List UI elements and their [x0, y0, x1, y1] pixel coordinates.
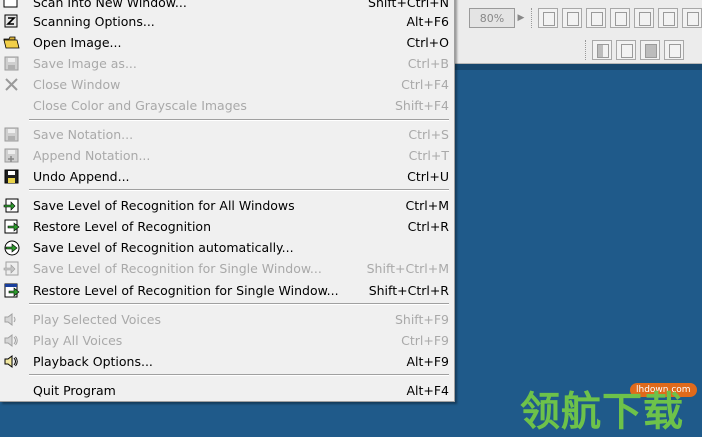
layout-split-icon[interactable] — [664, 40, 684, 60]
menu-item-undo-append[interactable]: Undo Append... Ctrl+U — [0, 166, 455, 187]
menu-item-label: Scanning Options... — [33, 14, 155, 29]
menu-item-restore-level[interactable]: Restore Level of Recognition Ctrl+R — [0, 216, 455, 237]
restore-level-icon — [3, 218, 20, 235]
page-view-icon[interactable] — [538, 8, 558, 28]
page-prev-icon[interactable] — [586, 8, 606, 28]
menu-item-shortcut: Ctrl+S — [408, 127, 449, 142]
menu-item-shortcut: Shift+Ctrl+R — [368, 283, 449, 298]
menu-item-shortcut: Ctrl+B — [407, 56, 449, 71]
playback-options-icon — [3, 353, 20, 370]
toolbar-row-1: 80% ▶ — [469, 4, 702, 32]
toolbar-separator — [585, 40, 588, 60]
save-level-single-icon — [3, 260, 20, 277]
menu-item-shortcut: Ctrl+M — [405, 198, 450, 213]
page-first-icon[interactable] — [562, 8, 582, 28]
scanning-options-icon — [3, 13, 20, 30]
zoom-arrow-icon[interactable]: ▶ — [515, 8, 527, 28]
toolbar-separator — [531, 8, 534, 28]
toolbar-row-2 — [581, 36, 688, 64]
menu-item-label: Save Level of Recognition for Single Win… — [33, 261, 322, 276]
file-menu: Scan Into New Window... Shift+Ctrl+N Sca… — [0, 0, 455, 402]
menu-item-save-level-auto[interactable]: Save Level of Recognition automatically.… — [0, 237, 455, 258]
watermark-text: 领航下载 — [520, 389, 684, 435]
save-disk-icon — [3, 55, 20, 72]
undo-append-icon — [3, 168, 20, 185]
menu-item-label: Save Level of Recognition automatically.… — [33, 240, 294, 255]
menu-item-shortcut: Ctrl+O — [406, 35, 449, 50]
menu-item-shortcut: Alt+F4 — [406, 383, 449, 398]
page-next-icon[interactable] — [610, 8, 630, 28]
menu-item-shortcut: Shift+Ctrl+M — [366, 261, 449, 276]
menu-item-label: Save Notation... — [33, 127, 134, 142]
menu-item-close-color-grayscale[interactable]: Close Color and Grayscale Images Shift+F… — [0, 95, 455, 116]
menu-item-quit-program[interactable]: Quit Program Alt+F4 — [0, 380, 455, 401]
menu-item-shortcut: Ctrl+F4 — [401, 77, 449, 92]
menu-item-save-image-as[interactable]: Save Image as... Ctrl+B — [0, 53, 455, 74]
menu-item-label: Restore Level of Recognition — [33, 219, 212, 234]
menu-item-label: Close Color and Grayscale Images — [33, 98, 247, 113]
layout-left-icon[interactable] — [592, 40, 612, 60]
menu-item-label: Close Window — [33, 77, 121, 92]
menu-item-label: Quit Program — [33, 383, 116, 398]
menu-separator — [29, 119, 449, 121]
menu-item-save-notation[interactable]: Save Notation... Ctrl+S — [0, 124, 455, 145]
menu-item-label: Play All Voices — [33, 333, 123, 348]
menu-item-shortcut: Shift+F9 — [394, 312, 449, 327]
menu-item-save-level-all[interactable]: Save Level of Recognition for All Window… — [0, 195, 455, 216]
close-x-icon — [3, 76, 20, 93]
menu-item-scanning-options[interactable]: Scanning Options... Alt+F6 — [0, 11, 455, 32]
menu-item-shortcut: Ctrl+F9 — [401, 333, 449, 348]
menu-item-save-level-single[interactable]: Save Level of Recognition for Single Win… — [0, 258, 455, 279]
layout-single-icon[interactable] — [616, 40, 636, 60]
menu-item-label: Restore Level of Recognition for Single … — [33, 283, 339, 298]
layout-fill-icon[interactable] — [640, 40, 660, 60]
menu-item-label: Open Image... — [33, 35, 122, 50]
restore-level-single-icon — [3, 282, 20, 299]
menu-separator — [29, 374, 449, 376]
page-multi-icon[interactable] — [658, 8, 678, 28]
menu-item-shortcut: Shift+Ctrl+N — [368, 0, 449, 10]
menu-item-play-all-voices[interactable]: Play All Voices Ctrl+F9 — [0, 330, 455, 351]
save-level-all-icon — [3, 197, 20, 214]
menu-separator — [29, 303, 449, 305]
menu-item-shortcut: Ctrl+R — [407, 219, 449, 234]
menu-separator — [29, 189, 449, 191]
open-folder-icon — [3, 34, 20, 51]
menu-item-label: Play Selected Voices — [33, 312, 161, 327]
scan-new-window-icon — [3, 0, 20, 11]
menu-item-shortcut: Ctrl+U — [407, 169, 449, 184]
menu-item-label: Playback Options... — [33, 354, 153, 369]
menu-item-shortcut: Ctrl+T — [408, 148, 449, 163]
save-notation-icon — [3, 126, 20, 143]
menu-item-restore-level-single[interactable]: Restore Level of Recognition for Single … — [0, 280, 455, 301]
menu-item-shortcut: Alt+F6 — [406, 14, 449, 29]
page-extra-icon[interactable] — [682, 8, 702, 28]
workspace-top-strip — [455, 64, 702, 70]
menu-item-close-window[interactable]: Close Window Ctrl+F4 — [0, 74, 455, 95]
menu-item-label: Save Image as... — [33, 56, 137, 71]
menu-item-shortcut: Alt+F9 — [406, 354, 449, 369]
menu-item-open-image[interactable]: Open Image... Ctrl+O — [0, 32, 455, 53]
speaker-all-icon — [3, 332, 20, 349]
menu-item-append-notation[interactable]: Append Notation... Ctrl+T — [0, 145, 455, 166]
menu-item-playback-options[interactable]: Playback Options... Alt+F9 — [0, 351, 455, 372]
menu-item-shortcut: Shift+F4 — [394, 98, 449, 113]
page-grid-icon[interactable] — [634, 8, 654, 28]
save-level-auto-icon — [3, 239, 20, 256]
menu-item-label: Undo Append... — [33, 169, 130, 184]
menu-item-play-selected-voices[interactable]: Play Selected Voices Shift+F9 — [0, 309, 455, 330]
menu-item-label: Scan Into New Window... — [33, 0, 187, 10]
speaker-icon — [3, 311, 20, 328]
menu-item-label: Save Level of Recognition for All Window… — [33, 198, 295, 213]
zoom-field[interactable]: 80% — [469, 8, 515, 28]
menu-item-label: Append Notation... — [33, 148, 151, 163]
toolbar: 80% ▶ — [455, 0, 702, 64]
append-notation-icon — [3, 147, 20, 164]
